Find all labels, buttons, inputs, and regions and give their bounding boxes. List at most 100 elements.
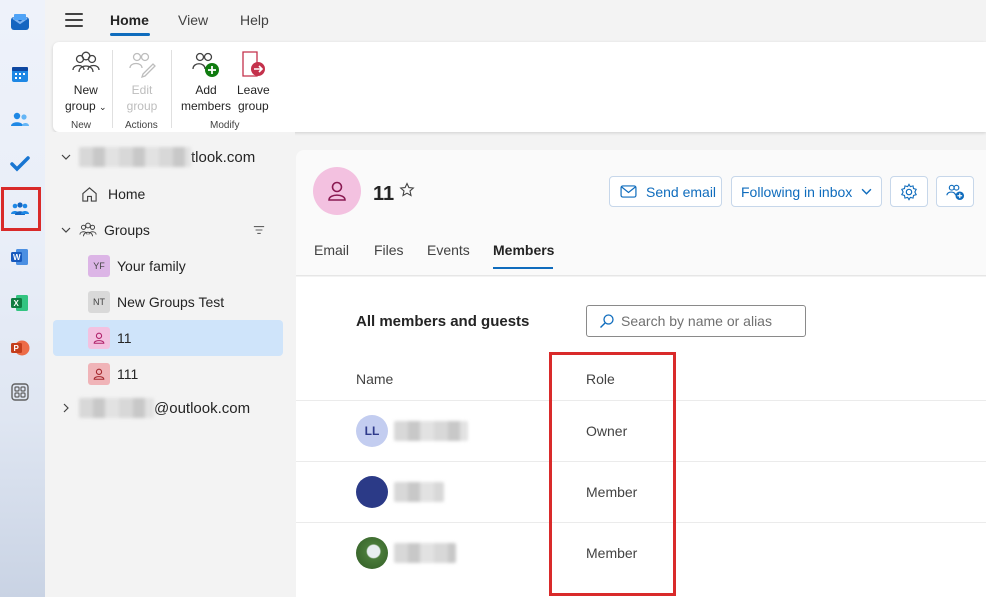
add-member-button[interactable] [936, 176, 974, 207]
tab-view[interactable]: View [178, 12, 208, 28]
new-group-button[interactable]: New group ⌄ [65, 48, 107, 115]
tab-files[interactable]: Files [374, 242, 404, 258]
top-nav: Home View Help [45, 0, 986, 42]
group-item-111[interactable]: 111 [53, 356, 283, 392]
apps-icon[interactable] [6, 378, 34, 406]
gear-icon [901, 182, 917, 201]
chevron-down-icon [61, 154, 71, 160]
following-dropdown[interactable]: Following in inbox [731, 176, 882, 207]
role-column-highlight [549, 352, 676, 596]
svg-text:P: P [14, 344, 20, 353]
settings-button[interactable] [890, 176, 928, 207]
ribbon: New group ⌄ New Edit group Actions Add m… [53, 42, 986, 132]
tab-members[interactable]: Members [493, 242, 554, 258]
new-group-icon [72, 51, 100, 73]
nav-home[interactable]: Home [53, 176, 283, 212]
filter-icon[interactable] [253, 225, 265, 235]
group-header: 11 Send email Following in inbox Email F… [296, 150, 986, 276]
ribbon-separator [112, 50, 113, 128]
member-avatar [356, 537, 388, 569]
add-person-icon [945, 184, 964, 201]
person-icon [88, 363, 110, 385]
word-icon[interactable]: W [6, 243, 34, 271]
person-icon [88, 327, 110, 349]
send-email-button[interactable]: Send email [609, 176, 722, 207]
member-avatar: LL [356, 415, 388, 447]
person-icon [328, 181, 346, 201]
group-label-modify: Modify [210, 120, 240, 131]
svg-text:X: X [14, 299, 20, 308]
powerpoint-icon[interactable]: P [6, 334, 34, 362]
group-title: 11 [373, 183, 395, 205]
svg-text:W: W [13, 253, 21, 262]
account-email-redacted [79, 398, 154, 418]
account-2-suffix: @outlook.com [154, 399, 251, 417]
chevron-down-icon [861, 188, 872, 195]
home-icon [82, 186, 97, 202]
account-1[interactable]: tlook.com [61, 147, 255, 167]
member-search-box[interactable] [586, 305, 806, 337]
chevron-down-icon [61, 227, 71, 233]
groups-icon [79, 222, 97, 237]
add-members-label-2: members [181, 99, 232, 113]
account-email-redacted [79, 147, 191, 167]
member-name-redacted [394, 543, 456, 563]
add-members-icon [192, 52, 219, 77]
people-icon[interactable] [6, 105, 34, 133]
tab-email[interactable]: Email [314, 242, 349, 258]
group-avatar-large [313, 167, 361, 215]
edit-group-label-1: Edit [131, 83, 153, 97]
account-2[interactable]: @outlook.com [61, 398, 250, 418]
group-item-your-family[interactable]: YF Your family [53, 248, 283, 284]
calendar-icon[interactable] [6, 60, 34, 88]
members-section-title: All members and guests [356, 313, 530, 330]
active-tab-indicator [493, 267, 553, 269]
leave-group-label-1: Leave [237, 83, 270, 97]
leave-group-icon [242, 51, 266, 77]
tab-help[interactable]: Help [240, 12, 269, 28]
member-name-redacted [394, 482, 444, 502]
nav-groups[interactable]: Groups [53, 212, 283, 248]
account-1-suffix: tlook.com [191, 148, 256, 166]
leave-group-button[interactable]: Leave group [237, 48, 270, 114]
chevron-down-icon: ⌄ [99, 102, 107, 112]
mail-icon [620, 185, 637, 198]
menu-icon[interactable] [65, 13, 83, 27]
member-name-redacted [394, 421, 468, 441]
member-search-input[interactable] [621, 313, 801, 329]
ribbon-separator [171, 50, 172, 128]
new-group-label-1: New [73, 83, 98, 97]
edit-group-icon [129, 52, 156, 79]
member-avatar [356, 476, 388, 508]
groups-selected-highlight [1, 187, 41, 231]
excel-icon[interactable]: X [6, 289, 34, 317]
group-label-actions: Actions [125, 120, 158, 131]
new-group-label-2: group ⌄ [65, 99, 107, 113]
group-avatar: NT [88, 291, 110, 313]
tab-events[interactable]: Events [427, 242, 470, 258]
todo-icon[interactable] [6, 150, 34, 178]
group-item-label: 11 [117, 330, 132, 346]
group-avatar: YF [88, 255, 110, 277]
group-item-11[interactable]: 11 [53, 320, 283, 356]
group-label-new: New [71, 120, 92, 131]
group-item-label: New Groups Test [117, 294, 225, 310]
add-members-label-1: Add [195, 83, 217, 97]
search-icon [600, 314, 614, 328]
following-label: Following in inbox [741, 183, 853, 200]
leave-group-label-2: group [238, 99, 269, 113]
column-header-name[interactable]: Name [356, 371, 393, 387]
chevron-right-icon [63, 403, 69, 413]
nav-groups-label: Groups [104, 222, 150, 238]
group-item-label: Your family [117, 258, 186, 274]
nav-home-label: Home [108, 186, 146, 202]
app-rail: W X P [0, 0, 45, 597]
group-item-new-groups-test[interactable]: NT New Groups Test [53, 284, 283, 320]
send-email-label: Send email [646, 183, 717, 200]
mail-icon[interactable] [6, 8, 34, 36]
star-icon[interactable] [399, 182, 415, 198]
add-members-button[interactable]: Add members [181, 48, 231, 114]
edit-group-button[interactable]: Edit group [126, 48, 158, 114]
edit-group-label-2: group [126, 99, 158, 113]
tab-home[interactable]: Home [110, 12, 149, 28]
